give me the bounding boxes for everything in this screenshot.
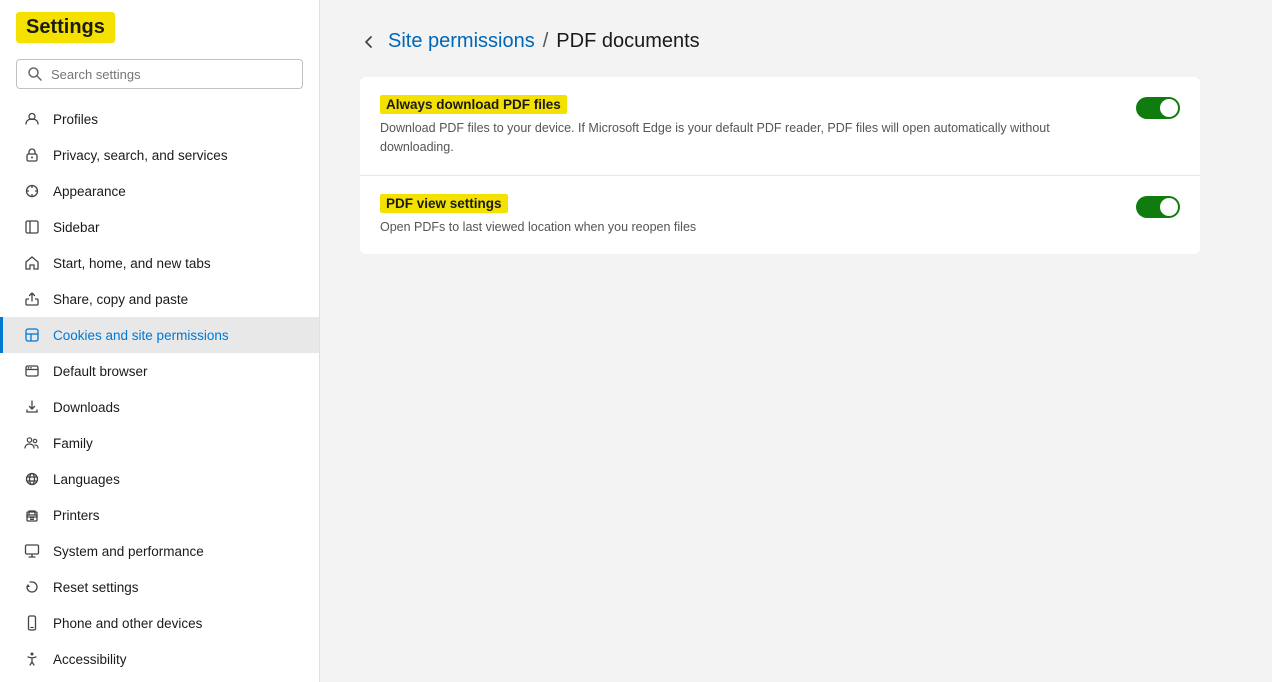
family-icon [23, 434, 41, 452]
setting-row-pdf-view: PDF view settings Open PDFs to last view… [360, 176, 1200, 255]
sidebar-item-languages-label: Languages [53, 472, 120, 487]
nav-list: Profiles Privacy, search, and services A… [0, 97, 319, 682]
sidebar-item-accessibility[interactable]: Accessibility [0, 641, 319, 677]
search-icon [27, 66, 43, 82]
cookies-icon [23, 326, 41, 344]
sidebar-item-accessibility-label: Accessibility [53, 652, 127, 667]
app-title: Settings [16, 12, 115, 43]
sidebar-item-profiles[interactable]: Profiles [0, 101, 319, 137]
sidebar-item-profiles-label: Profiles [53, 112, 98, 127]
settings-card: Always download PDF files Download PDF f… [360, 77, 1200, 254]
toggle-always-download-container [1136, 97, 1180, 119]
sidebar-item-share-copy[interactable]: Share, copy and paste [0, 281, 319, 317]
sidebar-item-cookies[interactable]: Cookies and site permissions [0, 317, 319, 353]
setting-desc-always-download: Download PDF files to your device. If Mi… [380, 119, 1116, 157]
toggle-pdf-view-knob [1160, 198, 1178, 216]
sidebar-item-reset-label: Reset settings [53, 580, 139, 595]
setting-title-pdf-view: PDF view settings [380, 194, 508, 213]
breadcrumb-current-page: PDF documents [556, 30, 699, 53]
sidebar-item-appearance[interactable]: Appearance [0, 173, 319, 209]
setting-row-always-download: Always download PDF files Download PDF f… [360, 77, 1200, 176]
sidebar-item-system[interactable]: System and performance [0, 533, 319, 569]
breadcrumb-site-permissions[interactable]: Site permissions [388, 30, 535, 53]
sidebar-item-start-home[interactable]: Start, home, and new tabs [0, 245, 319, 281]
sidebar-item-share-label: Share, copy and paste [53, 292, 188, 307]
breadcrumb-separator: / [543, 30, 549, 53]
sidebar-header: Settings [0, 0, 319, 51]
setting-text-always-download: Always download PDF files Download PDF f… [380, 95, 1116, 157]
printer-icon [23, 506, 41, 524]
sidebar-item-downloads-label: Downloads [53, 400, 120, 415]
sidebar-item-reset[interactable]: Reset settings [0, 569, 319, 605]
sidebar-item-system-label: System and performance [53, 544, 204, 559]
share-icon [23, 290, 41, 308]
back-button[interactable] [360, 33, 378, 51]
main-content: Site permissions / PDF documents Always … [320, 0, 1272, 682]
sidebar-item-sidebar-label: Sidebar [53, 220, 100, 235]
home-icon [23, 254, 41, 272]
sidebar-item-downloads[interactable]: Downloads [0, 389, 319, 425]
sidebar-item-privacy[interactable]: Privacy, search, and services [0, 137, 319, 173]
languages-icon [23, 470, 41, 488]
sidebar-item-languages[interactable]: Languages [0, 461, 319, 497]
sidebar-item-phone[interactable]: Phone and other devices [0, 605, 319, 641]
sidebar-item-family-label: Family [53, 436, 93, 451]
sidebar-item-appearance-label: Appearance [53, 184, 126, 199]
system-icon [23, 542, 41, 560]
sidebar-item-family[interactable]: Family [0, 425, 319, 461]
sidebar-item-phone-label: Phone and other devices [53, 616, 202, 631]
setting-text-pdf-view: PDF view settings Open PDFs to last view… [380, 194, 1116, 237]
sidebar-item-printers-label: Printers [53, 508, 100, 523]
toggle-always-download-knob [1160, 99, 1178, 117]
sidebar-item-printers[interactable]: Printers [0, 497, 319, 533]
search-input[interactable] [51, 67, 292, 82]
browser-icon [23, 362, 41, 380]
appearance-icon [23, 182, 41, 200]
sidebar-icon [23, 218, 41, 236]
toggle-pdf-view-container [1136, 196, 1180, 218]
breadcrumb: Site permissions / PDF documents [360, 30, 1232, 53]
toggle-always-download[interactable] [1136, 97, 1180, 119]
setting-title-always-download: Always download PDF files [380, 95, 567, 114]
privacy-icon [23, 146, 41, 164]
sidebar-item-default-browser[interactable]: Default browser [0, 353, 319, 389]
sidebar-item-start-home-label: Start, home, and new tabs [53, 256, 211, 271]
sidebar: Settings Profiles Privacy, search, and s… [0, 0, 320, 682]
sidebar-item-about[interactable]: About Microsoft Edge [0, 677, 319, 682]
toggle-pdf-view[interactable] [1136, 196, 1180, 218]
download-icon [23, 398, 41, 416]
phone-icon [23, 614, 41, 632]
sidebar-item-cookies-label: Cookies and site permissions [53, 328, 229, 343]
search-box[interactable] [16, 59, 303, 89]
profile-icon [23, 110, 41, 128]
sidebar-item-sidebar[interactable]: Sidebar [0, 209, 319, 245]
setting-desc-pdf-view: Open PDFs to last viewed location when y… [380, 218, 1116, 237]
sidebar-item-default-browser-label: Default browser [53, 364, 148, 379]
reset-icon [23, 578, 41, 596]
accessibility-icon [23, 650, 41, 668]
sidebar-item-privacy-label: Privacy, search, and services [53, 148, 228, 163]
